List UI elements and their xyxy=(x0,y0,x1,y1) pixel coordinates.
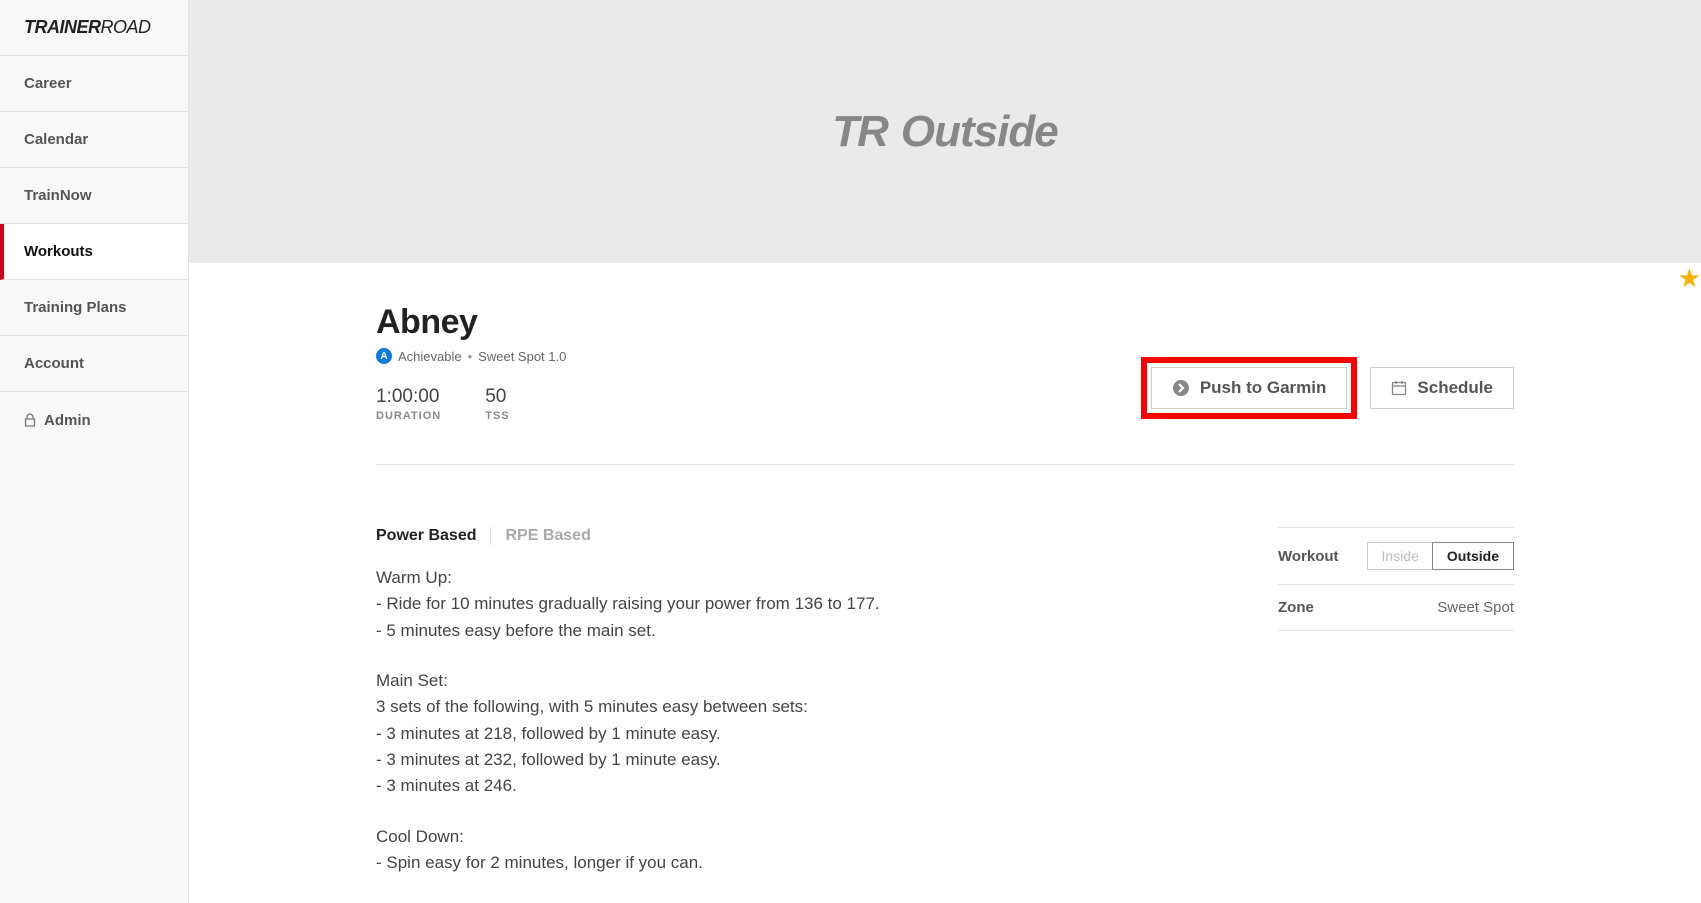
toggle-inside[interactable]: Inside xyxy=(1368,543,1433,569)
nav-label: Account xyxy=(24,355,84,372)
desc-line: Cool Down: xyxy=(376,824,1218,850)
tss-label: TSS xyxy=(485,410,509,422)
nav-account[interactable]: Account xyxy=(0,336,188,392)
push-to-garmin-button[interactable]: Push to Garmin xyxy=(1151,367,1348,409)
description-tabs: Power Based RPE Based xyxy=(376,527,1218,545)
divider xyxy=(376,464,1514,465)
workout-description: Warm Up: - Ride for 10 minutes gradually… xyxy=(376,565,1218,876)
desc-line: - Spin easy for 2 minutes, longer if you… xyxy=(376,850,1218,876)
hero-title: Outside xyxy=(901,107,1058,157)
nav-label: Calendar xyxy=(24,131,88,148)
nav-label: Workouts xyxy=(24,243,93,260)
duration-value: 1:00:00 xyxy=(376,386,441,408)
nav-career[interactable]: Career xyxy=(0,56,188,112)
desc-line: - 3 minutes at 232, followed by 1 minute… xyxy=(376,747,1218,773)
tab-separator xyxy=(490,527,491,545)
nav-trainnow[interactable]: TrainNow xyxy=(0,168,188,224)
sidebar: TRAINERROAD Career Calendar TrainNow Wor… xyxy=(0,0,189,903)
toggle-outside[interactable]: Outside xyxy=(1432,542,1514,570)
side-row-workout: Workout Inside Outside xyxy=(1278,527,1514,585)
nav-label: TrainNow xyxy=(24,187,92,204)
desc-line: 3 sets of the following, with 5 minutes … xyxy=(376,694,1218,720)
logo-bold: TRAINER xyxy=(24,17,101,38)
nav-label: Training Plans xyxy=(24,299,127,316)
tss-value: 50 xyxy=(485,386,509,408)
lock-icon xyxy=(24,413,36,427)
logo-light: ROAD xyxy=(101,17,151,38)
desc-line: Warm Up: xyxy=(376,565,1218,591)
content-area: TR Outside ★ Abney A Achievable • Sweet … xyxy=(189,0,1701,903)
desc-line: - 5 minutes easy before the main set. xyxy=(376,618,1218,644)
nav-label: Admin xyxy=(44,412,91,429)
category-label: Sweet Spot 1.0 xyxy=(478,349,566,364)
workout-page: ★ Abney A Achievable • Sweet Spot 1.0 1:… xyxy=(189,263,1701,876)
nav-label: Career xyxy=(24,75,72,92)
brand-logo: TRAINERROAD xyxy=(0,0,188,56)
nav-workouts[interactable]: Workouts xyxy=(0,224,188,280)
workout-name: Abney xyxy=(376,303,1514,342)
schedule-button[interactable]: Schedule xyxy=(1370,367,1514,409)
desc-line: - Ride for 10 minutes gradually raising … xyxy=(376,591,1218,617)
desc-line: - 3 minutes at 246. xyxy=(376,773,1218,799)
arrow-right-circle-icon xyxy=(1172,379,1190,397)
favorite-star-icon[interactable]: ★ xyxy=(1678,263,1701,294)
inside-outside-toggle: Inside Outside xyxy=(1367,542,1514,570)
nav-training-plans[interactable]: Training Plans xyxy=(0,280,188,336)
workout-body: Power Based RPE Based Warm Up: - Ride fo… xyxy=(376,527,1514,876)
difficulty-label: Achievable xyxy=(398,349,462,364)
button-label: Schedule xyxy=(1417,378,1493,398)
workout-header: Abney A Achievable • Sweet Spot 1.0 1:00… xyxy=(376,303,1514,422)
side-panel: Workout Inside Outside Zone Sweet Spot xyxy=(1278,527,1514,876)
desc-line: Main Set: xyxy=(376,668,1218,694)
tab-rpe-based[interactable]: RPE Based xyxy=(505,527,590,545)
hero-tr-logo: TR xyxy=(832,107,887,157)
side-label: Zone xyxy=(1278,599,1314,616)
stat-tss: 50 TSS xyxy=(485,386,509,422)
nav-calendar[interactable]: Calendar xyxy=(0,112,188,168)
duration-label: Duration xyxy=(376,410,441,422)
side-label: Workout xyxy=(1278,548,1339,565)
stat-duration: 1:00:00 Duration xyxy=(376,386,441,422)
highlight-annotation: Push to Garmin xyxy=(1141,357,1358,419)
achievable-badge: A xyxy=(376,348,392,364)
tab-power-based[interactable]: Power Based xyxy=(376,527,476,545)
action-buttons: Push to Garmin Schedule xyxy=(1141,357,1514,419)
nav-admin[interactable]: Admin xyxy=(0,392,188,448)
side-row-zone: Zone Sweet Spot xyxy=(1278,585,1514,631)
zone-value: Sweet Spot xyxy=(1437,599,1514,616)
button-label: Push to Garmin xyxy=(1200,378,1327,398)
calendar-icon xyxy=(1391,380,1407,396)
desc-line: - 3 minutes at 218, followed by 1 minute… xyxy=(376,721,1218,747)
hero-banner: TR Outside xyxy=(189,0,1701,263)
meta-separator: • xyxy=(468,349,473,364)
